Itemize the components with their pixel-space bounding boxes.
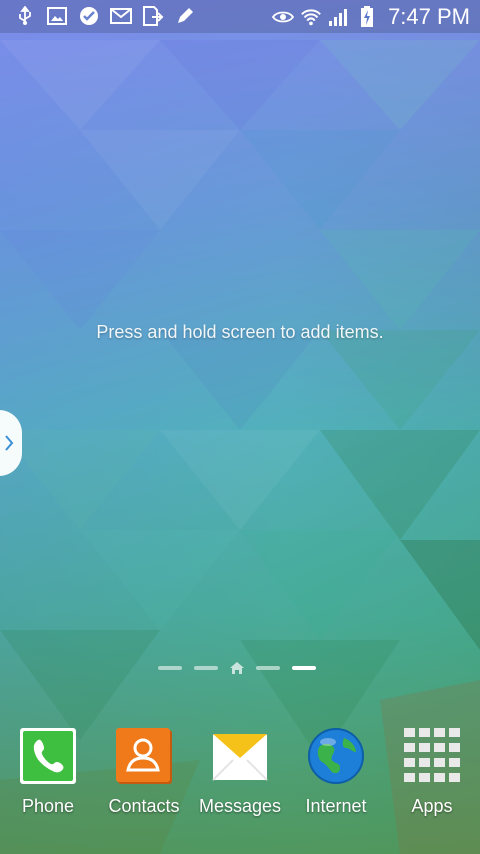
dock: Phone Contacts Messages Internet Apps xyxy=(0,720,480,830)
battery-charging-icon xyxy=(356,6,378,27)
page-indicator-dot-active[interactable] xyxy=(292,666,316,670)
page-indicator-dot[interactable] xyxy=(256,666,280,670)
contacts-icon[interactable] xyxy=(114,726,174,786)
signal-icon xyxy=(328,7,350,27)
email-icon xyxy=(110,6,132,26)
page-indicator-dot[interactable] xyxy=(194,666,218,670)
dock-label: Messages xyxy=(198,796,282,816)
dock-label: Contacts xyxy=(108,796,180,816)
globe-icon[interactable] xyxy=(306,726,366,786)
status-bar: 7:47 PM xyxy=(0,0,480,33)
dock-label: Apps xyxy=(411,796,453,816)
pencil-icon xyxy=(174,6,196,26)
apps-grid-icon[interactable] xyxy=(402,726,462,786)
messages-icon[interactable] xyxy=(210,726,270,786)
clock: 7:47 PM xyxy=(388,4,470,29)
phone-icon[interactable] xyxy=(18,726,78,786)
dock-item-contacts[interactable]: Contacts xyxy=(96,720,192,817)
dock-label: Internet xyxy=(305,796,367,816)
gallery-icon xyxy=(46,6,68,26)
usb-icon xyxy=(14,6,36,26)
task-check-icon xyxy=(78,6,100,26)
dock-item-internet[interactable]: Internet xyxy=(288,720,384,817)
dock-item-messages[interactable]: Messages xyxy=(192,720,288,817)
dock-label: Phone xyxy=(21,796,75,816)
home-page-indicator-icon[interactable] xyxy=(230,662,244,674)
empty-home-hint: Press and hold screen to add items. xyxy=(96,322,384,342)
system-status-icons: 7:47 PM xyxy=(272,4,470,30)
notification-icons xyxy=(14,6,196,26)
chevron-right-icon xyxy=(5,435,14,451)
wifi-icon xyxy=(300,7,322,27)
dock-item-apps[interactable]: Apps xyxy=(384,720,480,817)
page-indicator[interactable] xyxy=(158,662,316,674)
page-indicator-dot[interactable] xyxy=(158,666,182,670)
dock-item-phone[interactable]: Phone xyxy=(0,720,96,817)
eye-icon xyxy=(272,7,295,27)
file-transfer-icon xyxy=(142,6,164,26)
